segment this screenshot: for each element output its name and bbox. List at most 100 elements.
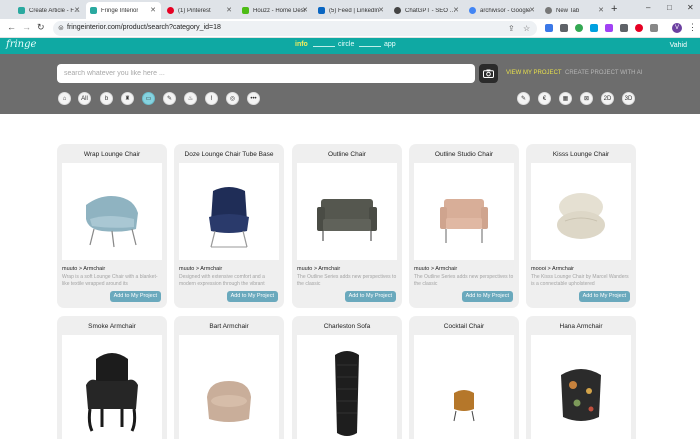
filter-pencil[interactable]: ✎: [517, 92, 530, 105]
add-to-project-button[interactable]: Add to My Project: [578, 291, 630, 302]
product-image[interactable]: [179, 163, 279, 260]
product-image[interactable]: [62, 335, 162, 439]
filter-coin[interactable]: €: [538, 92, 551, 105]
product-brand[interactable]: muuto > Armchair: [414, 266, 457, 272]
extension-icon[interactable]: [620, 24, 628, 32]
pinterest-extension-icon[interactable]: [635, 24, 643, 32]
user-name[interactable]: Vahid: [670, 42, 687, 49]
browser-tab[interactable]: Houzz - Home Desi ✕: [238, 2, 313, 19]
search-input[interactable]: [57, 64, 475, 83]
product-card[interactable]: Bart Armchair: [174, 316, 284, 439]
product-image[interactable]: [531, 163, 631, 260]
product-card[interactable]: Outline Studio Chair muuto > Armchair Th…: [409, 144, 519, 308]
filter-tool[interactable]: ✎: [163, 92, 176, 105]
extension-icon[interactable]: [590, 24, 598, 32]
product-brand[interactable]: muuto > Armchair: [297, 266, 340, 272]
nav-circle[interactable]: circle: [338, 41, 354, 48]
building-icon: ▦: [562, 96, 569, 102]
tab-close-icon[interactable]: ✕: [74, 6, 80, 14]
product-image[interactable]: [414, 335, 514, 439]
browser-menu-icon[interactable]: ⋮: [688, 22, 697, 33]
product-card[interactable]: Hana Armchair: [526, 316, 636, 439]
product-image[interactable]: [62, 163, 162, 260]
tab-close-icon[interactable]: ✕: [378, 6, 384, 14]
product-card[interactable]: Doze Lounge Chair Tube Base muuto > Armc…: [174, 144, 284, 308]
filter-column[interactable]: ⌇: [205, 92, 218, 105]
profile-avatar[interactable]: V: [672, 23, 682, 33]
product-card[interactable]: Wrap Lounge Chair muuto > Armchair Wrap …: [57, 144, 167, 308]
kisss-chair-image: [557, 193, 605, 239]
extensions-puzzle-icon[interactable]: [650, 24, 658, 32]
product-card[interactable]: Smoke Armchair: [57, 316, 167, 439]
image-search-button[interactable]: [479, 64, 498, 83]
create-project-ai-link[interactable]: CREATE PROJECT WITH AI: [565, 70, 642, 76]
share-icon[interactable]: ⇪: [508, 24, 515, 33]
close-window-icon[interactable]: ✕: [687, 3, 694, 12]
fringe-logo[interactable]: fringe: [6, 39, 36, 50]
new-tab-icon[interactable]: +: [611, 3, 617, 15]
decor-icon: ♨: [187, 96, 194, 102]
address-bar[interactable]: ⊜ fringeinterior.com/product/search?cate…: [53, 21, 537, 36]
add-to-project-button[interactable]: Add to My Project: [461, 291, 513, 302]
product-card[interactable]: Outline Chair muuto > Armchair The Outli…: [292, 144, 402, 308]
filter-pattern[interactable]: ⊠: [580, 92, 593, 105]
filter-lamp[interactable]: ♜: [121, 92, 134, 105]
product-image[interactable]: [531, 335, 631, 439]
filter-b[interactable]: b: [100, 92, 113, 105]
product-card[interactable]: Kisss Lounge Chair moooi > Armchair The …: [526, 144, 636, 308]
tab-close-icon[interactable]: ✕: [529, 6, 535, 14]
filter-globe[interactable]: ◎: [226, 92, 239, 105]
filter-home[interactable]: ⌂: [58, 92, 71, 105]
extension-icon[interactable]: [545, 24, 553, 32]
add-to-project-button[interactable]: Add to My Project: [109, 291, 161, 302]
product-image[interactable]: [297, 335, 397, 439]
minimize-icon[interactable]: –: [646, 3, 650, 12]
extension-icon[interactable]: [605, 24, 613, 32]
product-brand[interactable]: muuto > Armchair: [179, 266, 222, 272]
browser-tab[interactable]: archivisor - Google ✕: [465, 2, 540, 19]
tab-close-icon[interactable]: ✕: [598, 6, 604, 14]
filter-sofa[interactable]: ▭: [142, 92, 155, 105]
smoke-armchair-image: [86, 353, 138, 432]
product-image[interactable]: [414, 163, 514, 260]
product-brand[interactable]: muuto > Armchair: [62, 266, 105, 272]
tab-title: (5) Feed | LinkedIn: [329, 7, 380, 14]
bookmark-star-icon[interactable]: ☆: [523, 24, 530, 33]
add-to-project-button[interactable]: Add to My Project: [226, 291, 278, 302]
tab-title: Houzz - Home Desi: [253, 7, 306, 14]
tab-close-icon[interactable]: ✕: [453, 6, 459, 14]
reload-icon[interactable]: ↻: [37, 22, 45, 33]
filter-2d[interactable]: 2D: [601, 92, 614, 105]
tab-close-icon[interactable]: ✕: [150, 6, 156, 14]
product-title: Charleston Sofa: [323, 323, 371, 330]
extension-icon[interactable]: [560, 24, 568, 32]
product-brand[interactable]: moooi > Armchair: [531, 266, 574, 272]
site-info-icon[interactable]: ⊜: [58, 24, 64, 32]
maximize-icon[interactable]: □: [667, 3, 672, 12]
filter-3d[interactable]: 3D: [622, 92, 635, 105]
back-icon[interactable]: ←: [7, 22, 16, 32]
browser-tab-active[interactable]: Fringe Interior ✕: [86, 2, 161, 19]
nav-info[interactable]: info: [295, 41, 308, 48]
extension-icon[interactable]: [575, 24, 583, 32]
filter-all[interactable]: All: [78, 92, 91, 105]
product-card[interactable]: Cocktail Chair: [409, 316, 519, 439]
nav-app[interactable]: app: [384, 41, 396, 48]
browser-tab[interactable]: New Tab ✕: [541, 2, 609, 19]
forward-icon[interactable]: →: [22, 22, 31, 32]
browser-tab[interactable]: Create Article - FRIN ✕: [14, 2, 85, 19]
add-to-project-button[interactable]: Add to My Project: [344, 291, 396, 302]
all-icon: All: [81, 95, 88, 102]
tab-close-icon[interactable]: ✕: [226, 6, 232, 14]
product-image[interactable]: [297, 163, 397, 260]
view-my-project-link[interactable]: VIEW MY PROJECT: [506, 70, 562, 76]
browser-tab[interactable]: (5) Feed | LinkedIn ✕: [314, 2, 389, 19]
filter-building[interactable]: ▦: [559, 92, 572, 105]
tab-close-icon[interactable]: ✕: [302, 6, 308, 14]
product-image[interactable]: [179, 335, 279, 439]
browser-tab[interactable]: (1) Pinterest ✕: [163, 2, 237, 19]
browser-tab[interactable]: ChatGPT - SEO Blog ✕: [390, 2, 464, 19]
product-card[interactable]: Charleston Sofa: [292, 316, 402, 439]
filter-more[interactable]: •••: [247, 92, 260, 105]
filter-decor[interactable]: ♨: [184, 92, 197, 105]
